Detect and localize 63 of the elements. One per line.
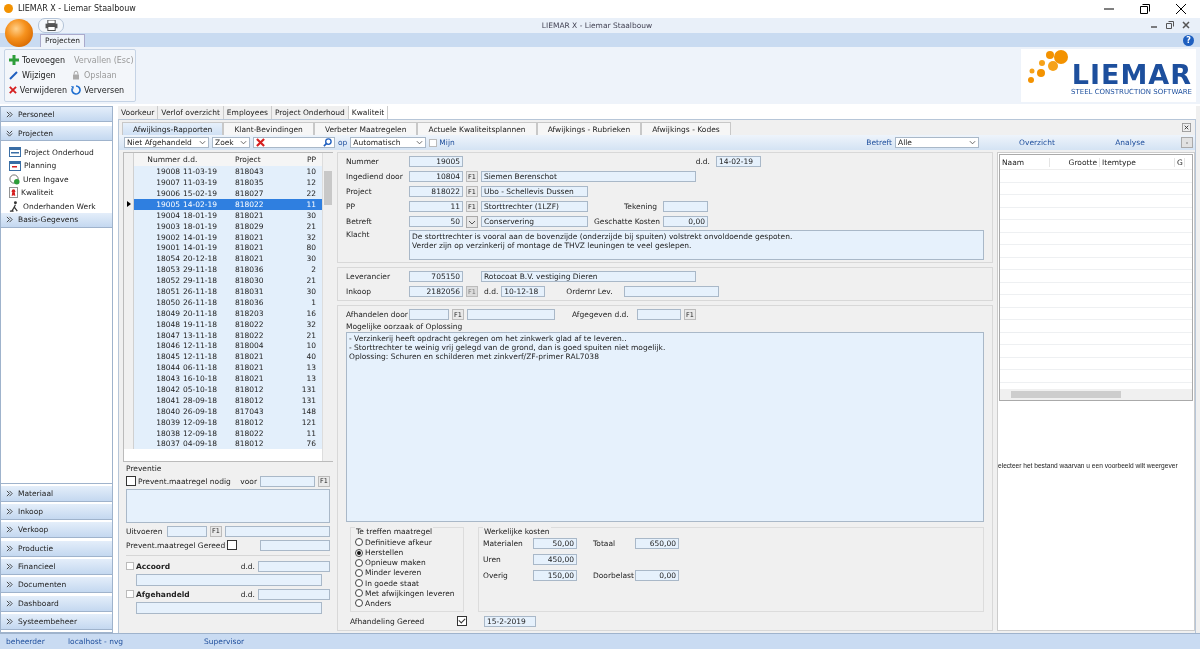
handler-field[interactable]: [409, 309, 449, 321]
afgehandeld-note-field[interactable]: [136, 602, 322, 615]
pencil-icon: [9, 70, 19, 81]
uitvoeren-name-field[interactable]: [225, 525, 330, 537]
expand-icon: [6, 110, 13, 118]
expand-icon: [6, 599, 13, 607]
printer-icon[interactable]: [44, 19, 58, 31]
restore-icon[interactable]: [1166, 21, 1174, 30]
caret-icon: [199, 140, 206, 146]
expand-icon: [6, 617, 13, 625]
prevention-done-field[interactable]: [260, 539, 330, 551]
clock-icon: [9, 173, 20, 185]
clear-icon[interactable]: [256, 138, 265, 148]
help-button[interactable]: ?: [1183, 34, 1194, 46]
dropdown-icon[interactable]: [466, 215, 478, 228]
uitvoeren-field[interactable]: [167, 525, 207, 537]
delete-button[interactable]: Verwijderen: [7, 82, 69, 98]
window-icon: [9, 147, 21, 157]
collapse-icon: [6, 129, 13, 137]
application-button[interactable]: [4, 17, 34, 48]
expand-icon: [6, 508, 13, 516]
award-icon: [9, 187, 18, 198]
close-icon[interactable]: [1176, 3, 1186, 14]
cross-icon: [9, 85, 17, 96]
order-number-field[interactable]: [624, 286, 720, 298]
refresh-icon: [71, 85, 81, 96]
accoord-date-field[interactable]: [258, 560, 330, 572]
lock-icon: [71, 70, 81, 81]
handled-checkbox[interactable]: [457, 616, 467, 627]
expand-icon: [6, 526, 13, 534]
prevention-done-checkbox[interactable]: [227, 540, 237, 551]
caret-icon: [416, 140, 424, 146]
caret-icon: [969, 140, 976, 146]
prevention-text-field[interactable]: [126, 489, 330, 524]
expand-icon: [6, 489, 13, 497]
expand-icon: [6, 563, 13, 571]
add-button[interactable]: Toevoegen: [7, 52, 69, 68]
close-icon[interactable]: [1182, 21, 1190, 30]
search-icon[interactable]: [323, 138, 332, 148]
caret-icon: [240, 140, 247, 146]
plus-icon: [9, 55, 19, 66]
window-title: LIEMAR X - Liemar Staalbouw: [18, 4, 136, 14]
app-icon: [4, 4, 13, 14]
field-value[interactable]: [663, 201, 708, 213]
calendar-icon: [9, 160, 21, 171]
expand-icon: [6, 581, 13, 589]
worker-icon: [9, 200, 20, 212]
expand-icon: [6, 544, 13, 552]
vertical-scrollbar[interactable]: [322, 153, 333, 462]
edit-button[interactable]: Wijzigen: [7, 67, 69, 83]
afgehandeld-date-field[interactable]: [258, 588, 330, 600]
current-row-icon: [126, 201, 131, 208]
close-icon[interactable]: [1182, 123, 1191, 133]
logo-name: LIEMAR: [1071, 60, 1192, 88]
expand-icon: [6, 216, 13, 224]
issued-date-field[interactable]: [637, 309, 681, 321]
refresh-button[interactable]: Verversen: [69, 82, 133, 98]
voor-field[interactable]: [260, 475, 315, 487]
maximize-icon[interactable]: [1140, 3, 1150, 14]
handler-name-field[interactable]: [467, 309, 555, 321]
horizontal-scrollbar[interactable]: [1000, 389, 1192, 401]
accoord-note-field[interactable]: [136, 574, 322, 587]
search-field[interactable]: [253, 137, 335, 149]
